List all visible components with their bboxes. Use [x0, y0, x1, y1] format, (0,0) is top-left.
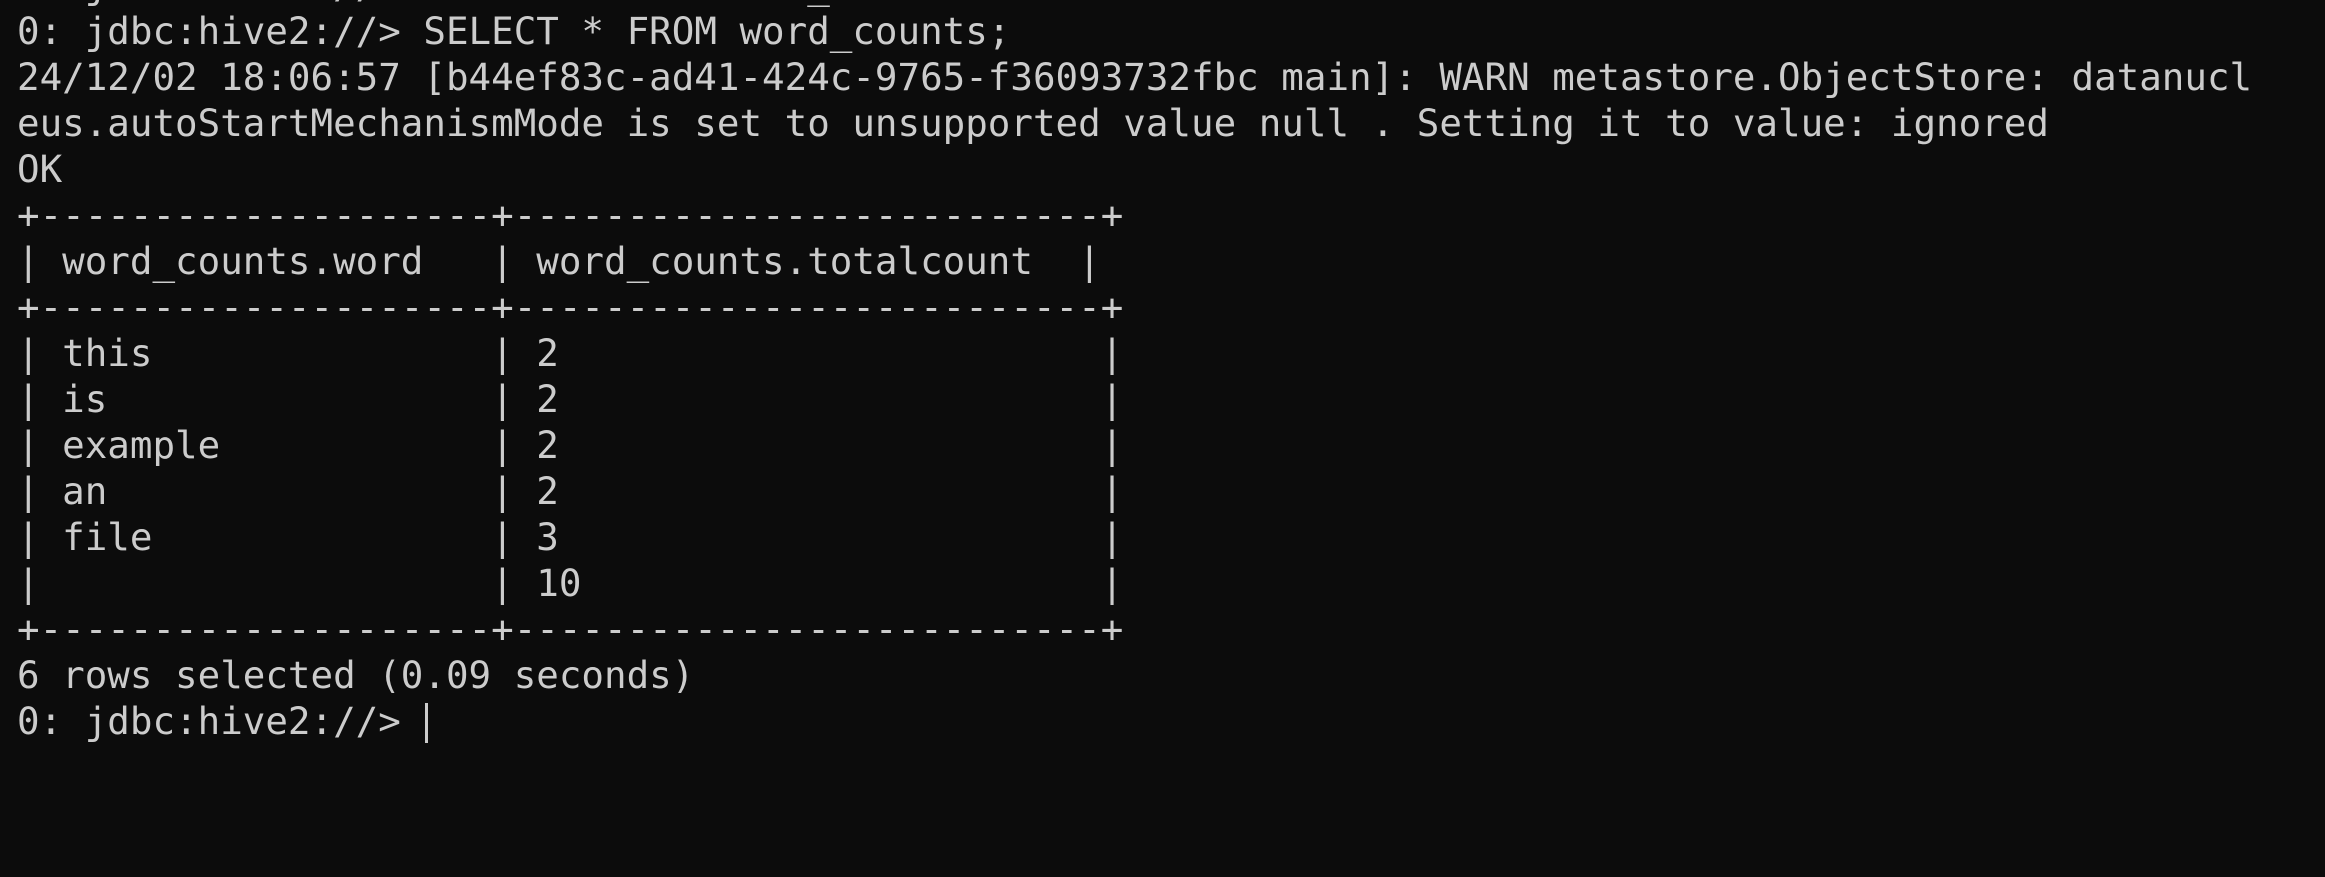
table-header: | word_counts.word | word_counts.totalco… — [17, 239, 1101, 283]
table-row: | example | 2 | — [17, 423, 1124, 467]
result-table: +--------------------+------------------… — [17, 192, 2325, 652]
table-bottom-border: +--------------------+------------------… — [17, 607, 1124, 651]
ok-status: OK — [17, 147, 63, 191]
text-cursor[interactable] — [425, 703, 429, 743]
warn-line-1: 24/12/02 18:06:57 [b44ef83c-ad41-424c-97… — [17, 55, 2253, 99]
command-line: 0: jdbc:hive2://> SELECT * FROM word_cou… — [17, 8, 2325, 54]
table-row: | is | 2 | — [17, 377, 1124, 421]
prompt: 0: jdbc:hive2://> — [17, 699, 424, 743]
table-row: | file | 3 | — [17, 515, 1124, 559]
table-row: | | 10 | — [17, 561, 1124, 605]
active-prompt-line[interactable]: 0: jdbc:hive2://> — [17, 698, 2325, 744]
scrolled-off-line: 0: jdbc:hive2://> CREATE TABLE word_coun… — [17, 0, 2325, 8]
table-row: | an | 2 | — [17, 469, 1124, 513]
previous-command-line: 0: jdbc:hive2://> CREATE TABLE word_coun… — [17, 0, 1033, 8]
prompt: 0: jdbc:hive2://> — [17, 9, 424, 53]
table-header-border: +--------------------+------------------… — [17, 285, 1124, 329]
command-text: SELECT * FROM word_counts; — [423, 9, 1011, 53]
rows-summary: 6 rows selected (0.09 seconds) — [17, 653, 695, 697]
table-top-border: +--------------------+------------------… — [17, 193, 1124, 237]
table-row: | this | 2 | — [17, 331, 1124, 375]
warn-line-2: eus.autoStartMechanismMode is set to uns… — [17, 101, 2049, 145]
terminal-window[interactable]: 0: jdbc:hive2://> CREATE TABLE word_coun… — [0, 0, 2325, 877]
